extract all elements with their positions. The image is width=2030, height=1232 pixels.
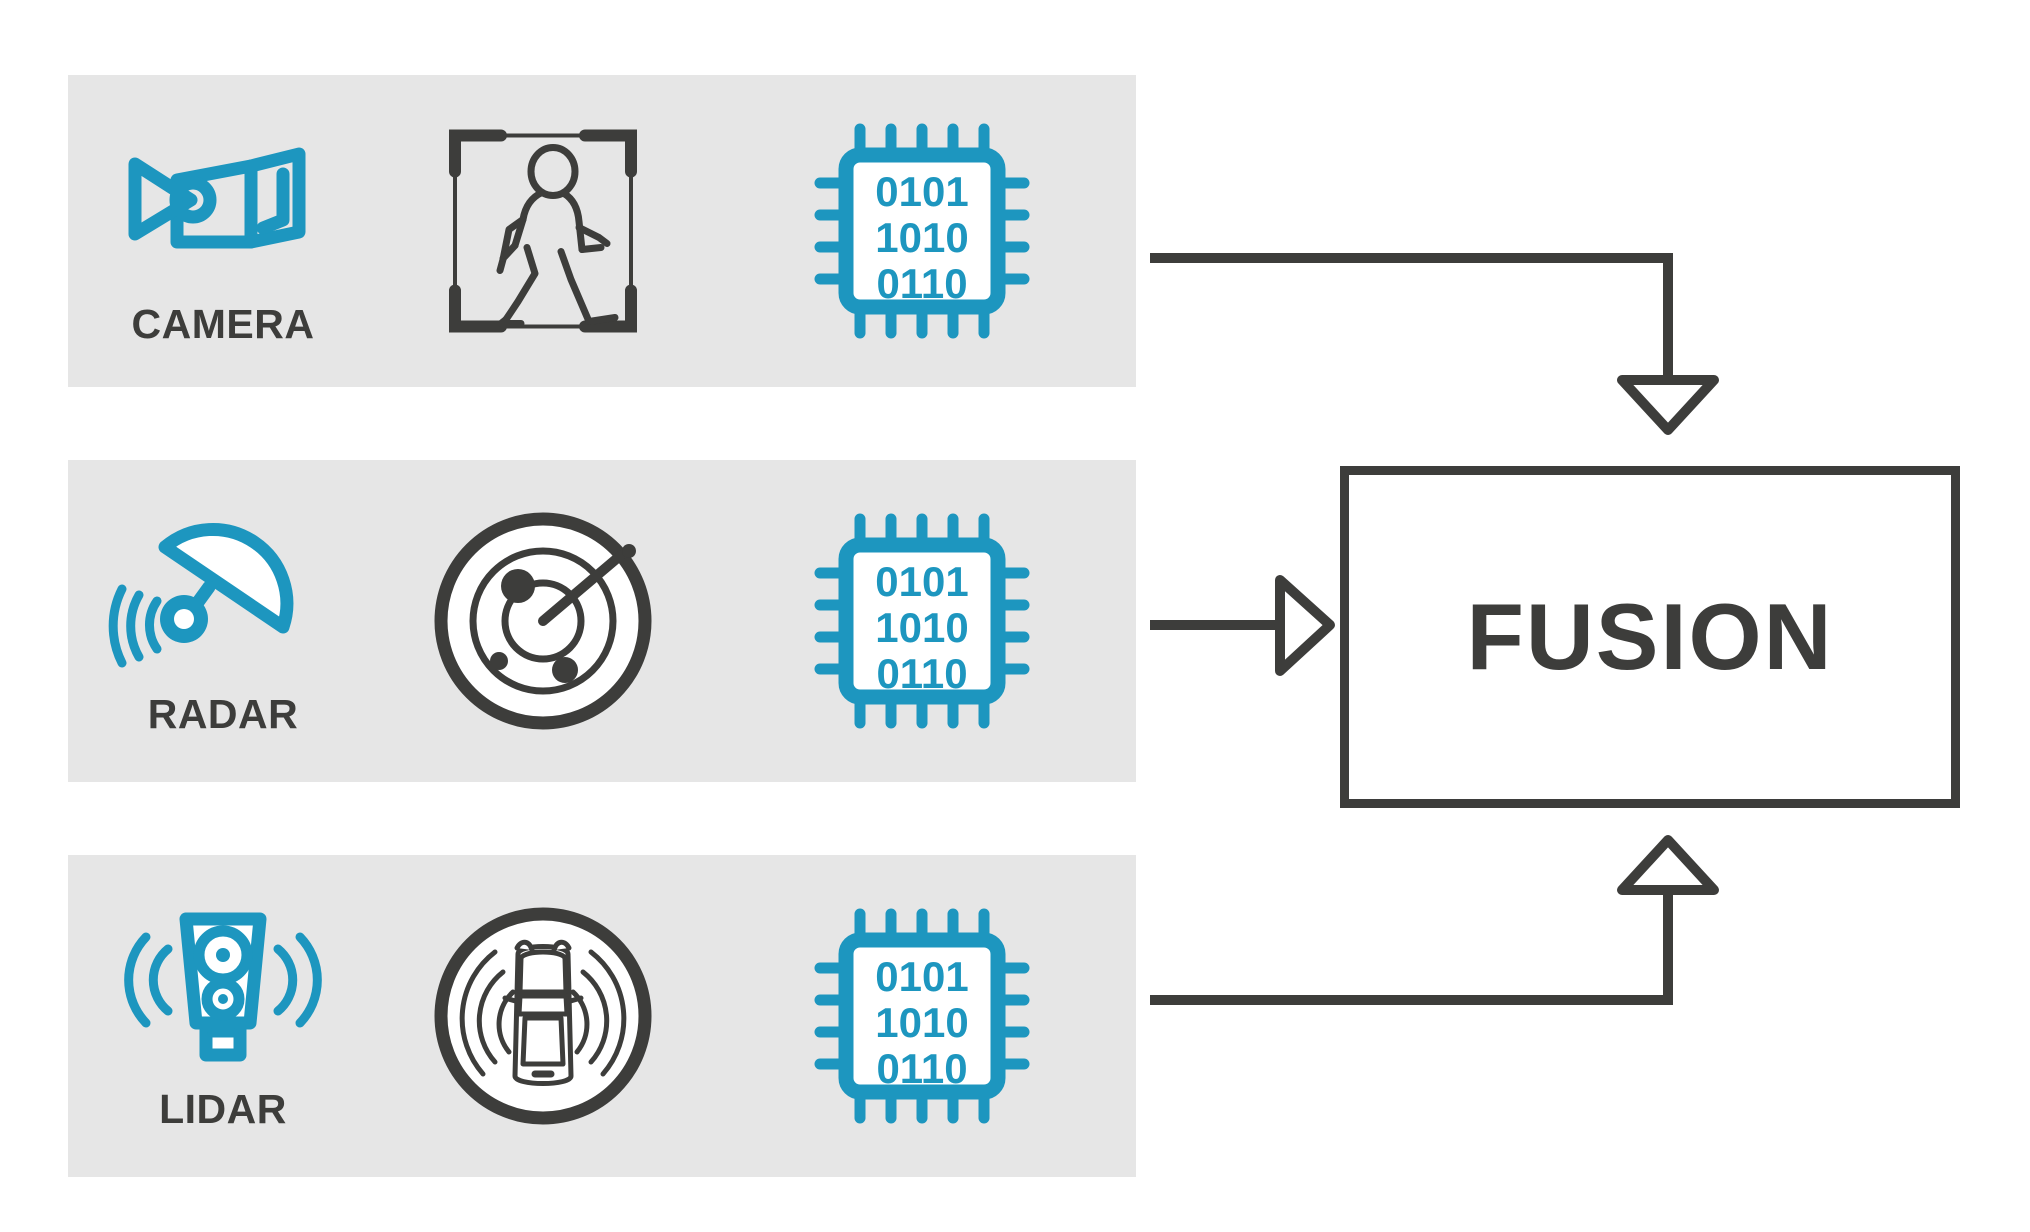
lidar-car-scan-icon — [433, 906, 653, 1126]
lidar-sensor-cell: LIDAR — [68, 855, 378, 1177]
processor-chip-icon: 0101 1010 0110 — [812, 906, 1032, 1126]
chip-binary-line: 0101 — [875, 558, 968, 605]
connector-camera-to-fusion — [1150, 253, 1719, 435]
chip-binary-line: 1010 — [875, 999, 968, 1046]
camera-scene-cell — [378, 75, 708, 387]
radar-chip-cell: 0101 1010 0110 — [708, 460, 1136, 782]
camera-chip-cell: 0101 1010 0110 — [708, 75, 1136, 387]
camera-sensor-cell: CAMERA — [68, 75, 378, 387]
chip-binary-line: 1010 — [875, 214, 968, 261]
connector-radar-to-fusion — [1150, 575, 1335, 676]
radar-scope-icon — [433, 511, 653, 731]
sensor-label-camera: CAMERA — [131, 301, 315, 347]
chip-binary-line: 1010 — [875, 604, 968, 651]
sensor-label-radar: RADAR — [147, 691, 299, 737]
processor-chip-icon: 0101 1010 0110 — [812, 511, 1032, 731]
chip-binary-line: 0101 — [875, 168, 968, 215]
pedestrian-detection-icon — [443, 124, 643, 339]
radar-dish-icon — [108, 504, 318, 679]
chip-binary-line: 0101 — [875, 953, 968, 1000]
sensor-row-camera: CAMERA 0101 1010 0110 — [68, 75, 1136, 387]
video-camera-icon — [128, 114, 318, 289]
chip-binary-line: 0110 — [876, 650, 967, 697]
down-arrow-icon — [1617, 375, 1719, 435]
sensor-label-lidar: LIDAR — [159, 1086, 287, 1132]
processor-chip-icon: 0101 1010 0110 — [812, 121, 1032, 341]
up-arrow-icon — [1617, 835, 1719, 895]
lidar-unit-icon — [124, 899, 322, 1074]
chip-binary-line: 0110 — [876, 260, 967, 307]
fusion-label: FUSION — [1466, 584, 1834, 689]
lidar-chip-cell: 0101 1010 0110 — [708, 855, 1136, 1177]
sensor-row-lidar: LIDAR 0101 1010 0110 — [68, 855, 1136, 1177]
radar-blip — [501, 569, 535, 603]
radar-blip — [552, 657, 578, 683]
chip-binary-line: 0110 — [876, 1045, 967, 1092]
lidar-scene-cell — [378, 855, 708, 1177]
connector-lidar-to-fusion — [1150, 835, 1719, 1005]
sensor-row-radar: RADAR 0101 1010 0110 — [68, 460, 1136, 782]
radar-blip — [490, 652, 508, 670]
diagram-canvas: CAMERA 0101 1010 0110 RADAR 0101 1010 01… — [0, 0, 2030, 1232]
fusion-box: FUSION — [1340, 466, 1960, 808]
radar-sensor-cell: RADAR — [68, 460, 378, 782]
right-arrow-icon — [1275, 575, 1335, 676]
radar-scene-cell — [378, 460, 708, 782]
